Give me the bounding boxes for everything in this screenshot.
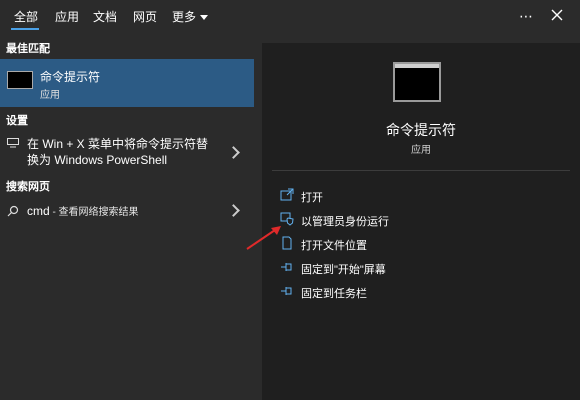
settings-monitor-icon [7, 138, 19, 151]
preview-app-subtitle: 应用 [411, 145, 431, 156]
best-match-item[interactable]: 命令提示符 应用 [0, 59, 254, 107]
command-prompt-icon [7, 71, 33, 89]
best-match-subtitle: 应用 [40, 90, 60, 101]
chevron-right-icon [227, 146, 240, 159]
tab-all[interactable]: 全部 [14, 8, 38, 25]
command-prompt-large-icon [393, 62, 441, 102]
action-pin-to-start[interactable]: 固定到"开始"屏幕 [280, 258, 560, 278]
preview-pane: 命令提示符 应用 打开 以管理员身份运行 打开文件位置 固定到"开始"屏幕 固定… [262, 43, 580, 400]
chevron-right-icon [227, 204, 240, 217]
action-open-file-location-label: 打开文件位置 [301, 240, 367, 252]
web-search-query: cmd [27, 204, 50, 218]
red-annotation-arrow [246, 226, 281, 250]
close-icon[interactable] [547, 6, 567, 26]
action-pin-to-start-label: 固定到"开始"屏幕 [301, 264, 386, 276]
chevron-down-icon [200, 15, 209, 21]
settings-result-line1: 在 Win + X 菜单中将命令提示符替 [27, 137, 209, 151]
action-pin-to-taskbar-label: 固定到任务栏 [301, 288, 367, 300]
best-match-heading: 最佳匹配 [6, 43, 50, 55]
open-icon [280, 188, 294, 201]
settings-heading: 设置 [6, 115, 28, 127]
tab-web[interactable]: 网页 [133, 8, 157, 25]
tab-more-label: 更多 [172, 10, 197, 24]
settings-result-line2: 换为 Windows PowerShell [27, 153, 168, 167]
web-search-text: cmd - 查看网络搜索结果 [27, 203, 139, 221]
tab-apps[interactable]: 应用 [55, 8, 79, 25]
best-match-title: 命令提示符 [40, 70, 101, 84]
action-run-as-admin-label: 以管理员身份运行 [301, 216, 389, 228]
search-icon [7, 205, 19, 220]
action-run-as-admin[interactable]: 以管理员身份运行 [280, 210, 560, 230]
action-open-file-location[interactable]: 打开文件位置 [280, 234, 560, 254]
pin-icon [281, 287, 292, 295]
web-search-heading: 搜索网页 [6, 181, 50, 193]
pin-icon [281, 263, 292, 271]
action-open-label: 打开 [301, 192, 323, 204]
action-pin-to-taskbar[interactable]: 固定到任务栏 [280, 282, 560, 302]
active-tab-indicator [11, 28, 39, 30]
filter-tab-bar: 全部 应用 文档 网页 更多 ⋯ [0, 0, 580, 32]
action-open[interactable]: 打开 [280, 186, 560, 206]
tab-more[interactable]: 更多 [172, 8, 209, 25]
preview-app-title: 命令提示符 [386, 122, 456, 138]
more-options-icon[interactable]: ⋯ [516, 6, 536, 26]
results-list: 最佳匹配 命令提示符 应用 设置 在 Win + X 菜单中将命令提示符替 换为… [0, 32, 254, 400]
tab-documents[interactable]: 文档 [93, 8, 117, 25]
divider [272, 170, 570, 171]
web-search-suffix: - 查看网络搜索结果 [49, 207, 139, 218]
